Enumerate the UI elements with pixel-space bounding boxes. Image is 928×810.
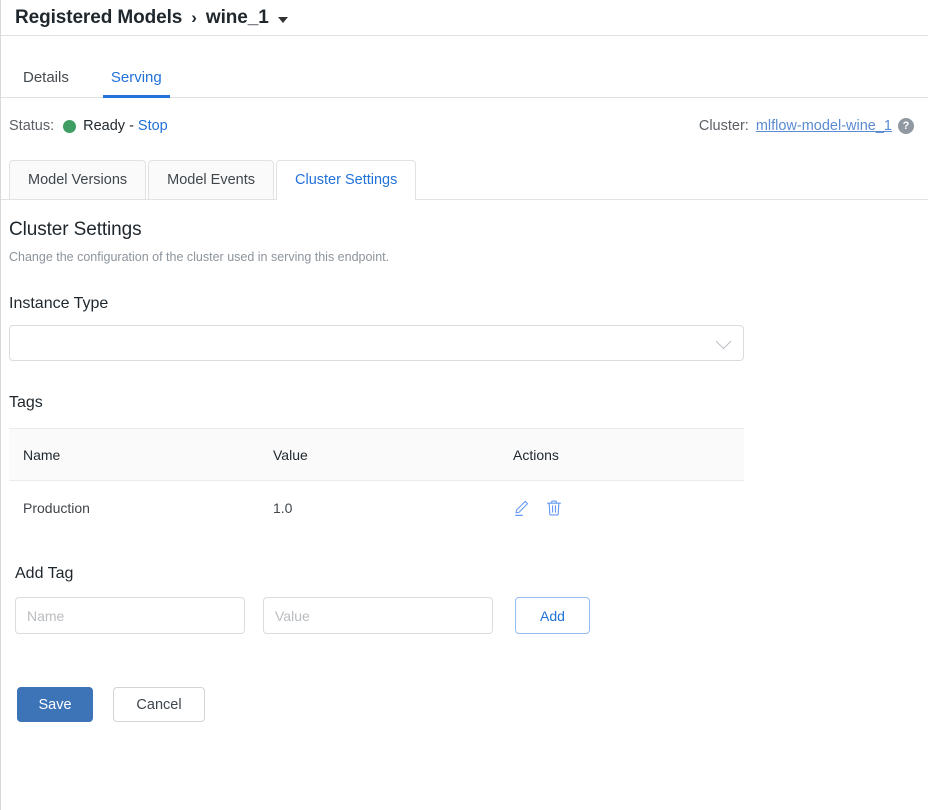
tag-name-cell: Production	[9, 481, 259, 536]
page-root: Registered Models › wine_1 Details Servi…	[0, 0, 928, 810]
tab-model-versions[interactable]: Model Versions	[9, 160, 146, 199]
add-tag-button[interactable]: Add	[515, 597, 590, 634]
column-header-actions: Actions	[499, 429, 744, 481]
tab-cluster-settings[interactable]: Cluster Settings	[276, 160, 416, 199]
trash-icon[interactable]	[545, 499, 563, 517]
breadcrumb-root-link[interactable]: Registered Models	[15, 7, 182, 29]
cancel-button[interactable]: Cancel	[113, 687, 205, 722]
status-group: Status: Ready - Stop	[9, 118, 168, 134]
tag-value-cell: 1.0	[259, 481, 499, 536]
main-content: Cluster Settings Change the configuratio…	[1, 219, 928, 722]
caret-down-icon[interactable]	[278, 17, 288, 23]
edit-pencil-icon[interactable]	[513, 499, 531, 517]
chevron-down-icon	[716, 333, 732, 349]
breadcrumb: Registered Models › wine_1	[1, 0, 928, 36]
tab-serving[interactable]: Serving	[103, 69, 170, 97]
add-tag-name-input[interactable]	[15, 597, 245, 634]
breadcrumb-current-model: wine_1	[206, 7, 269, 29]
page-title: Cluster Settings	[9, 219, 920, 241]
card-tab-bar: Model Versions Model Events Cluster Sett…	[1, 152, 928, 200]
tab-model-events[interactable]: Model Events	[148, 160, 274, 199]
add-tag-row: Add	[15, 597, 920, 634]
stop-link[interactable]: Stop	[138, 118, 168, 134]
tags-table-body: Production 1.0	[9, 481, 744, 536]
cluster-label: Cluster:	[699, 118, 749, 134]
status-value: Ready	[83, 118, 125, 134]
column-header-name: Name	[9, 429, 259, 481]
status-dash: -	[129, 118, 134, 134]
cluster-group: Cluster: mlflow-model-wine_1 ?	[699, 118, 914, 134]
cluster-link[interactable]: mlflow-model-wine_1	[756, 118, 892, 134]
breadcrumb-separator: ›	[191, 8, 197, 28]
tab-details[interactable]: Details	[15, 69, 77, 97]
help-circle-icon[interactable]: ?	[898, 118, 914, 134]
tags-table: Name Value Actions Production 1.0	[9, 428, 744, 536]
save-button[interactable]: Save	[17, 687, 93, 722]
form-actions: Save Cancel	[17, 687, 920, 722]
status-label: Status:	[9, 118, 54, 134]
tags-table-head: Name Value Actions	[9, 429, 744, 481]
instance-type-select[interactable]	[9, 325, 744, 361]
page-description: Change the configuration of the cluster …	[9, 250, 920, 264]
table-row: Production 1.0	[9, 481, 744, 536]
column-header-value: Value	[259, 429, 499, 481]
add-tag-title: Add Tag	[15, 565, 920, 583]
instance-type-label: Instance Type	[9, 295, 920, 313]
tags-title: Tags	[9, 394, 920, 412]
add-tag-value-input[interactable]	[263, 597, 493, 634]
status-row: Status: Ready - Stop Cluster: mlflow-mod…	[1, 109, 928, 143]
primary-tab-bar: Details Serving	[1, 52, 928, 98]
tag-actions-cell	[499, 481, 744, 536]
table-header-row: Name Value Actions	[9, 429, 744, 481]
status-indicator-dot	[63, 120, 76, 133]
